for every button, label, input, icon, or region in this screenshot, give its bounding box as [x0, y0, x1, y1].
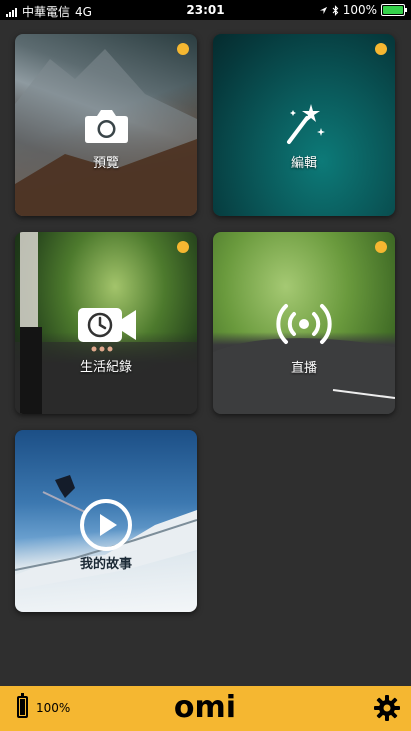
battery-icon — [381, 4, 407, 16]
tile-lifelog-label: 生活紀錄 — [79, 360, 132, 375]
device-battery-level: 100% — [36, 701, 71, 715]
battery-percent: 100% — [342, 3, 377, 17]
omi-logo: omi — [174, 691, 236, 723]
tile-my-story-label: 我的故事 — [79, 557, 132, 572]
play-icon — [80, 499, 132, 551]
tile-edit[interactable]: 編輯 — [213, 34, 395, 216]
tile-preview[interactable]: 預覽 — [15, 34, 197, 216]
tile-preview-label: 預覽 — [92, 156, 119, 171]
magic-wand-icon — [287, 104, 325, 144]
tile-live[interactable]: 直播 — [213, 232, 395, 414]
bottom-bar: 100% omi — [0, 686, 411, 731]
status-dot — [177, 241, 189, 253]
tile-lifelog[interactable]: 生活紀錄 — [15, 232, 197, 414]
tile-edit-label: 編輯 — [290, 156, 317, 171]
status-bar-right: 100% — [319, 3, 407, 17]
status-dot — [375, 241, 387, 253]
tile-my-story[interactable]: 我的故事 — [15, 430, 197, 612]
status-dot — [177, 43, 189, 55]
bluetooth-icon — [332, 4, 338, 16]
svg-text:omi: omi — [174, 691, 236, 723]
device-battery-icon — [17, 693, 28, 718]
location-arrow-icon — [319, 6, 327, 14]
status-bar: 中華電信 4G 23:01 100% — [0, 0, 411, 20]
gear-icon[interactable] — [374, 695, 400, 721]
clock-video-icon — [78, 308, 136, 342]
page-dots — [91, 346, 113, 352]
status-dot — [375, 43, 387, 55]
broadcast-icon — [276, 304, 332, 344]
camera-icon — [85, 110, 128, 143]
tile-live-label: 直播 — [290, 361, 317, 376]
